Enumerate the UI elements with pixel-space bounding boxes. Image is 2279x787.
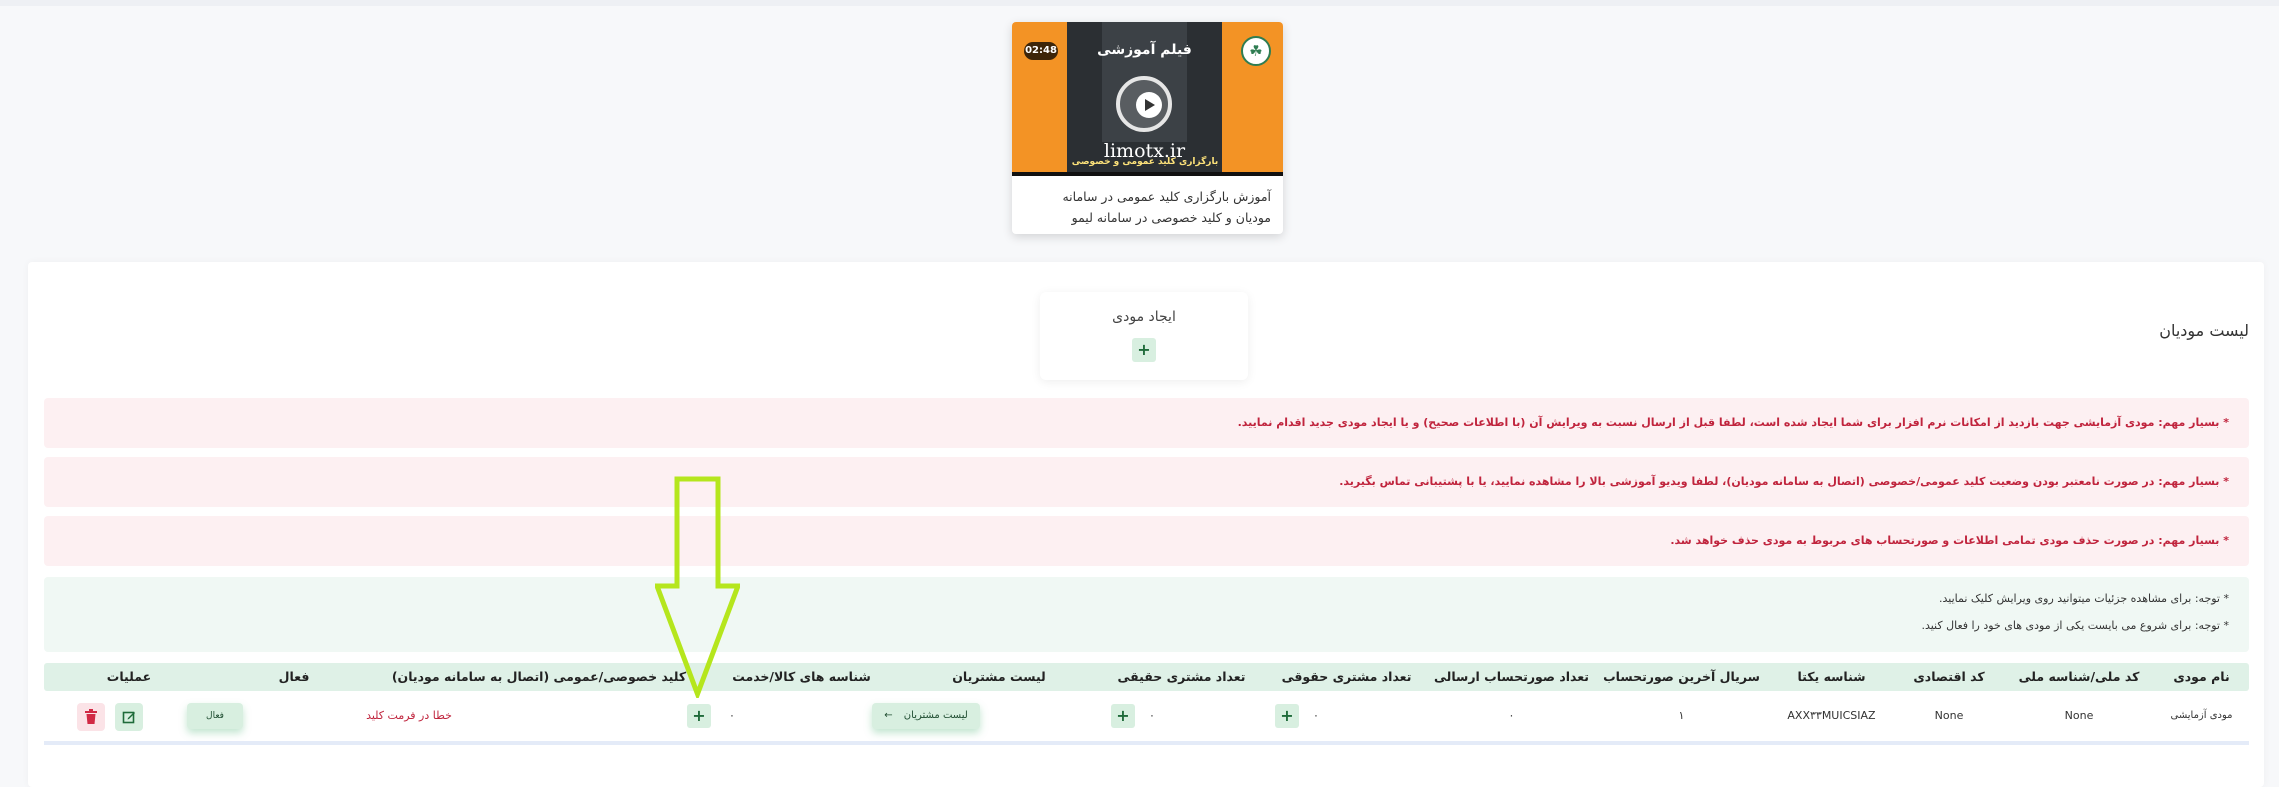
- table-header: نام مودی کد ملی/شناسه ملی کد اقتصادی شنا…: [44, 663, 2249, 691]
- add-legal-customer-button[interactable]: +: [1275, 704, 1299, 728]
- create-taxpayer-label: ایجاد مودی: [1112, 309, 1176, 325]
- annotation-arrow-icon: [655, 476, 740, 698]
- th-active: فعال: [278, 669, 310, 684]
- cell-name: مودی آزمایشی: [2170, 710, 2233, 721]
- active-toggle[interactable]: فعال: [187, 703, 243, 729]
- cell-sent-count: ۰: [1508, 709, 1515, 722]
- thumbnail-caption: بارگزاری کلید عمومی و خصوصی در سامانه مو…: [1071, 157, 1219, 167]
- alert-delete-warning: * بسیار مهم: در صورت حذف مودی تمامی اطلا…: [44, 516, 2249, 566]
- tutorial-video-card[interactable]: فیلم آموزشی ☘ 02:48 limotx.ir بارگزاری ک…: [1012, 22, 1283, 234]
- video-thumbnail[interactable]: فیلم آموزشی ☘ 02:48 limotx.ir بارگزاری ک…: [1012, 22, 1283, 176]
- th-customers: لیست مشتریان: [952, 669, 1046, 684]
- trash-icon: [85, 709, 97, 724]
- add-product-id-button[interactable]: +: [687, 704, 711, 728]
- cell-national-id: None: [2064, 709, 2094, 722]
- note-edit-hint: * توجه: برای مشاهده جزئیات میتوانید روی …: [1939, 592, 2229, 605]
- cell-legal-count: ۰: [1313, 709, 1319, 722]
- customers-list-label: لیست مشتریان: [903, 710, 968, 721]
- edit-icon: [122, 711, 135, 724]
- play-icon[interactable]: [1116, 76, 1172, 132]
- cell-product-ids: ۰: [729, 709, 735, 722]
- alert-invalid-key: * بسیار مهم: در صورت نامعتبر بودن وضعیت …: [44, 457, 2249, 507]
- cell-unique-id: AXX۳۳MUICSIAZ: [1787, 709, 1876, 722]
- alert-test-taxpayer: * بسیار مهم: مودی آزمایشی جهت بازدید از …: [44, 398, 2249, 448]
- edit-button[interactable]: [115, 703, 143, 731]
- create-taxpayer-card: ایجاد مودی +: [1040, 292, 1248, 380]
- page-title: لیست مودیان: [2159, 321, 2249, 340]
- th-economic-code: کد اقتصادی: [1913, 669, 1985, 684]
- th-sent-count: تعداد صورتحساب ارسالی: [1434, 669, 1589, 684]
- th-last-serial: سریال آخرین صورتحساب: [1603, 669, 1760, 684]
- create-taxpayer-button[interactable]: +: [1132, 338, 1156, 362]
- customers-list-button[interactable]: لیست مشتریان ←: [872, 703, 980, 729]
- th-unique-id: شناسه یکتا: [1797, 669, 1866, 684]
- th-national-id: کد ملی/شناسه ملی: [2018, 669, 2140, 684]
- thumbnail-title: فیلم آموزشی: [1097, 42, 1192, 58]
- th-name: نام مودی: [2173, 669, 2230, 684]
- th-real-count: تعداد مشتری حقیقی: [1117, 669, 1246, 684]
- table-row[interactable]: مودی آزمایشی None None AXX۳۳MUICSIAZ ۱ ۰…: [44, 691, 2249, 745]
- thumbnail-bottom-bar: [1012, 172, 1283, 176]
- video-duration: 02:48: [1024, 42, 1058, 60]
- arrow-left-icon: ←: [884, 710, 893, 721]
- note-activate-hint: * توجه: برای شروع می بایست یکی از مودی ه…: [1921, 619, 2229, 632]
- channel-logo-icon: ☘: [1241, 36, 1271, 66]
- add-real-customer-button[interactable]: +: [1111, 704, 1135, 728]
- video-description[interactable]: آموزش بارگزاری کلید عمومی در سامانه مودی…: [1026, 186, 1271, 228]
- cell-key-status: خطا در فرمت کلید: [366, 709, 452, 722]
- top-strip: [0, 0, 2279, 6]
- cell-last-serial: ۱: [1678, 709, 1685, 722]
- cell-real-count: ۰: [1149, 709, 1155, 722]
- notes-box: * توجه: برای مشاهده جزئیات میتوانید روی …: [44, 577, 2249, 652]
- delete-button[interactable]: [77, 703, 105, 731]
- cell-economic-code: None: [1934, 709, 1964, 722]
- th-legal-count: تعداد مشتری حقوقی: [1281, 669, 1412, 684]
- th-actions: عملیات: [106, 669, 152, 684]
